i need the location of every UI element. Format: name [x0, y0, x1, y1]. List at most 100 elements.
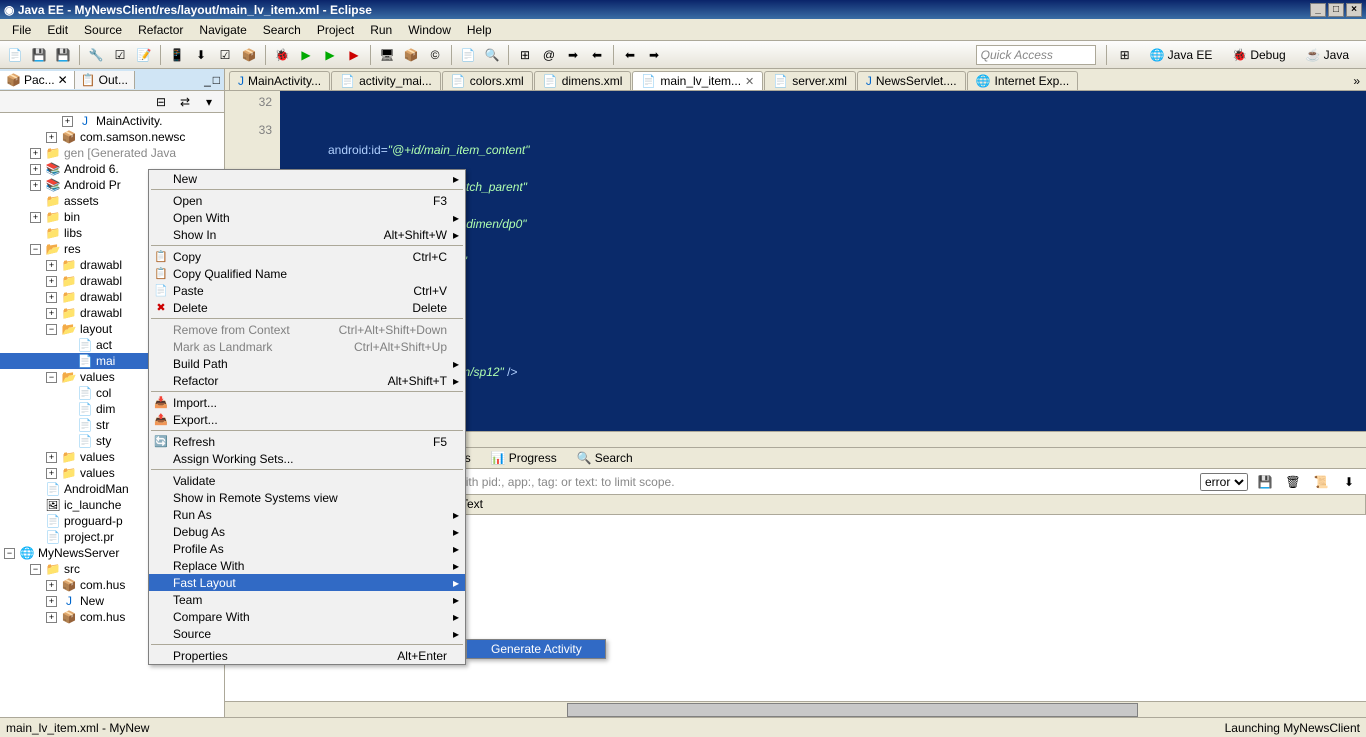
ctx-source[interactable]: Source▸ — [149, 625, 465, 642]
ctx-refactor[interactable]: RefactorAlt+Shift+T▸ — [149, 372, 465, 389]
new-button[interactable]: 📄 — [4, 44, 26, 66]
logcat-level-select[interactable]: error — [1200, 473, 1248, 491]
editor-tab[interactable]: 📄server.xml — [764, 71, 856, 90]
expand-toggle[interactable]: − — [4, 548, 15, 559]
close-button[interactable]: × — [1346, 3, 1362, 17]
ctx-copy-qualified[interactable]: 📋Copy Qualified Name — [149, 265, 465, 282]
ctx-replace-with[interactable]: Replace With▸ — [149, 557, 465, 574]
tree-item[interactable]: proguard-p — [64, 514, 123, 528]
lint-button[interactable]: ☑ — [214, 44, 236, 66]
tree-item[interactable]: drawabl — [80, 274, 122, 288]
tree-item[interactable]: AndroidMan — [64, 482, 129, 496]
editor-menu-button[interactable]: » — [1353, 74, 1360, 88]
expand-toggle[interactable]: + — [62, 116, 73, 127]
search-button[interactable]: 🔍 — [481, 44, 503, 66]
expand-toggle[interactable]: − — [30, 244, 41, 255]
tree-item[interactable]: Android Pr — [64, 178, 121, 192]
tree-item[interactable]: layout — [80, 322, 112, 336]
ctx-validate[interactable]: Validate — [149, 472, 465, 489]
external-tools-button[interactable]: ▶ — [343, 44, 365, 66]
menu-edit[interactable]: Edit — [39, 21, 76, 39]
perspective-java[interactable]: ☕ Java — [1299, 45, 1356, 65]
perspective-javaee[interactable]: 🌐 Java EE — [1143, 45, 1220, 65]
menu-refactor[interactable]: Refactor — [130, 21, 191, 39]
expand-toggle[interactable]: + — [46, 612, 57, 623]
tree-item[interactable]: drawabl — [80, 306, 122, 320]
menu-search[interactable]: Search — [255, 21, 309, 39]
ctx-fast-layout[interactable]: Fast Layout▸ — [149, 574, 465, 591]
tree-item[interactable]: res — [64, 242, 81, 256]
editor-tab[interactable]: 📄dimens.xml — [534, 71, 632, 90]
ctx-team[interactable]: Team▸ — [149, 591, 465, 608]
tab-search[interactable]: 🔍 Search — [571, 449, 639, 467]
menu-window[interactable]: Window — [400, 21, 459, 39]
expand-toggle[interactable]: + — [46, 308, 57, 319]
expand-toggle[interactable]: + — [30, 164, 41, 175]
perspective-debug[interactable]: 🐞 Debug — [1225, 45, 1292, 65]
menu-navigate[interactable]: Navigate — [191, 21, 254, 39]
new-server-button[interactable]: 🖥 — [376, 44, 398, 66]
new-jsp-button[interactable]: 📄 — [457, 44, 479, 66]
maximize-button[interactable]: □ — [1328, 3, 1344, 17]
toolbar-button[interactable]: 🔧 — [85, 44, 107, 66]
forward-button[interactable]: ➡ — [643, 44, 665, 66]
tree-item[interactable]: gen [Generated Java — [64, 146, 176, 160]
ctx-compare-with[interactable]: Compare With▸ — [149, 608, 465, 625]
menu-help[interactable]: Help — [459, 21, 500, 39]
tree-item[interactable]: MyNewsServer — [38, 546, 119, 560]
minimize-view-button[interactable]: _ — [204, 73, 211, 87]
tree-item[interactable]: values — [80, 450, 115, 464]
close-tab-button[interactable]: ✕ — [745, 75, 754, 88]
expand-toggle[interactable]: + — [46, 276, 57, 287]
ctx-build-path[interactable]: Build Path▸ — [149, 355, 465, 372]
scroll-lock-button[interactable]: 📜 — [1310, 471, 1332, 493]
submenu-generate-activity[interactable]: Generate Activity — [467, 640, 605, 658]
tree-item[interactable]: act — [96, 338, 112, 352]
editor-tab[interactable]: 📄activity_mai... — [331, 71, 441, 90]
down-button[interactable]: ⬇ — [1338, 471, 1360, 493]
ctx-debug-as[interactable]: Debug As▸ — [149, 523, 465, 540]
tree-item[interactable]: drawabl — [80, 258, 122, 272]
tab-outline[interactable]: 📋 Out... — [75, 71, 135, 89]
editor-tab-active[interactable]: 📄main_lv_item... ✕ — [632, 71, 763, 90]
view-menu-button[interactable]: ▾ — [198, 91, 220, 113]
ctx-assign-working-sets[interactable]: Assign Working Sets... — [149, 450, 465, 467]
tree-item[interactable]: values — [80, 466, 115, 480]
toolbar-button[interactable]: 📝 — [133, 44, 155, 66]
ctx-refresh[interactable]: 🔄RefreshF5 — [149, 433, 465, 450]
tree-item[interactable]: sty — [96, 434, 111, 448]
expand-toggle[interactable]: + — [46, 468, 57, 479]
tree-item[interactable]: com.hus — [80, 610, 125, 624]
ctx-profile-as[interactable]: Profile As▸ — [149, 540, 465, 557]
tree-item[interactable]: str — [96, 418, 109, 432]
expand-toggle[interactable]: − — [46, 324, 57, 335]
ctx-properties[interactable]: PropertiesAlt+Enter — [149, 647, 465, 664]
tree-item[interactable]: col — [96, 386, 111, 400]
sdk-button[interactable]: ⬇ — [190, 44, 212, 66]
menu-file[interactable]: File — [4, 21, 39, 39]
tree-item[interactable]: project.pr — [64, 530, 114, 544]
ctx-show-remote[interactable]: Show in Remote Systems view — [149, 489, 465, 506]
tree-item[interactable]: libs — [64, 226, 82, 240]
tab-progress[interactable]: 📊 Progress — [485, 449, 563, 467]
menu-run[interactable]: Run — [362, 21, 400, 39]
ctx-delete[interactable]: ✖DeleteDelete — [149, 299, 465, 316]
tree-item[interactable]: com.samson.newsc — [80, 130, 185, 144]
clear-log-button[interactable]: 🗑 — [1282, 471, 1304, 493]
expand-toggle[interactable]: + — [30, 212, 41, 223]
tree-item[interactable]: dim — [96, 402, 115, 416]
new-class-button[interactable]: © — [424, 44, 446, 66]
tree-item[interactable]: bin — [64, 210, 80, 224]
expand-toggle[interactable]: + — [46, 292, 57, 303]
expand-toggle[interactable]: − — [46, 372, 57, 383]
expand-toggle[interactable]: − — [30, 564, 41, 575]
tree-item[interactable]: ic_launche — [64, 498, 121, 512]
editor-tab[interactable]: 🌐Internet Exp... — [967, 71, 1079, 90]
expand-toggle[interactable]: + — [30, 148, 41, 159]
link-editor-button[interactable]: ⇄ — [174, 91, 196, 113]
back-button[interactable]: ⬅ — [619, 44, 641, 66]
tree-item[interactable]: assets — [64, 194, 99, 208]
ctx-new[interactable]: New▸ — [149, 170, 465, 187]
expand-toggle[interactable]: + — [46, 132, 57, 143]
editor-tab[interactable]: 📄colors.xml — [442, 71, 533, 90]
